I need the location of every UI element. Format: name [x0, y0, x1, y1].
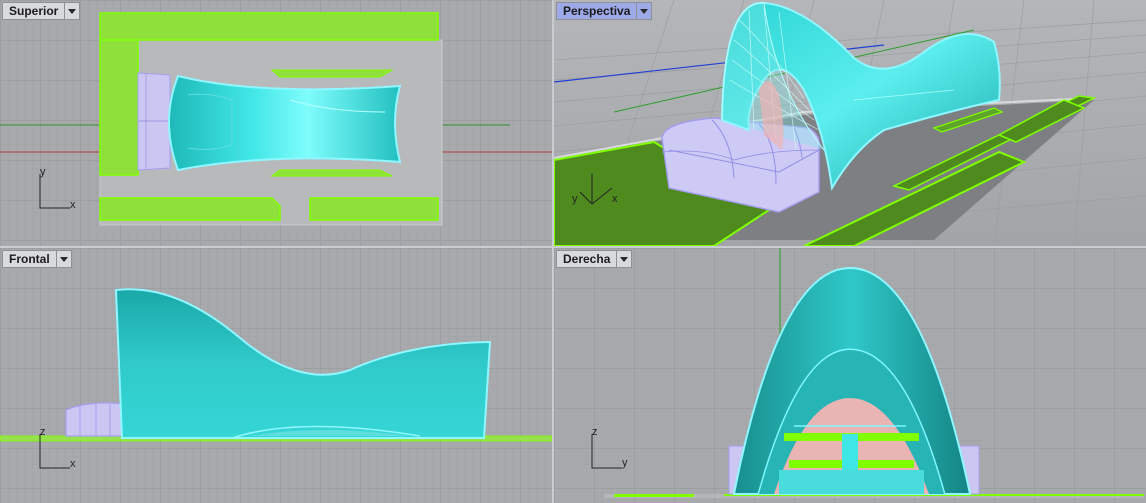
top-glass-annex[interactable]: [137, 72, 171, 171]
chevron-down-icon[interactable]: [64, 2, 81, 20]
viewport-title: Derecha: [556, 250, 617, 268]
viewport-tab-front[interactable]: Frontal: [2, 250, 72, 268]
viewport-top[interactable]: Superior y x: [0, 0, 552, 246]
viewport-tab-top[interactable]: Superior: [2, 2, 81, 20]
axis-label-x: x: [70, 458, 76, 470]
chevron-down-icon[interactable]: [636, 2, 653, 20]
axis-label-y: y: [40, 166, 46, 178]
top-strip-south-right[interactable]: [309, 197, 439, 221]
top-view-scene[interactable]: [0, 0, 552, 246]
top-main-shell[interactable]: [168, 74, 402, 172]
viewport-tab-right[interactable]: Derecha: [556, 250, 633, 268]
axis-label-y: y: [572, 193, 578, 205]
axis-label-x: x: [612, 193, 618, 205]
viewport-title: Frontal: [2, 250, 56, 268]
axis-label-z: z: [592, 426, 598, 438]
top-strip-west[interactable]: [99, 39, 139, 176]
top-strip-south-left[interactable]: [99, 197, 281, 221]
viewport-right[interactable]: Derecha z y: [554, 248, 1146, 503]
right-view-scene[interactable]: [554, 248, 1146, 503]
axis-label-x: x: [70, 199, 76, 211]
chevron-down-icon[interactable]: [616, 250, 633, 268]
chevron-down-icon[interactable]: [55, 250, 72, 268]
viewport-title: Superior: [2, 2, 65, 20]
viewport-front[interactable]: Frontal z x: [0, 248, 552, 503]
viewport-title: Perspectiva: [556, 2, 637, 20]
axis-label-y: y: [622, 457, 628, 469]
axis-label-z: z: [40, 426, 46, 438]
top-strip-north[interactable]: [99, 12, 439, 41]
viewport-perspective[interactable]: Perspectiva y x: [554, 0, 1146, 246]
perspective-view-scene[interactable]: [554, 0, 1146, 246]
front-view-scene[interactable]: [0, 248, 552, 503]
viewport-tab-perspective[interactable]: Perspectiva: [556, 2, 653, 20]
